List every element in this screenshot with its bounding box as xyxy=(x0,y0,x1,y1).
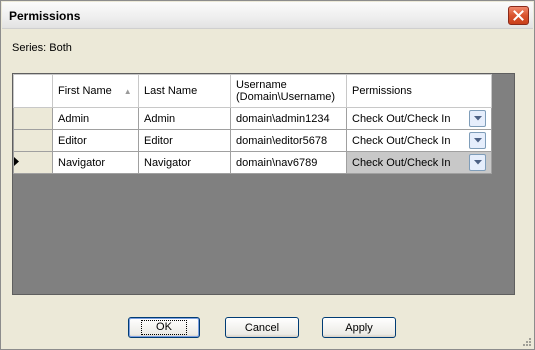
column-label: Permissions xyxy=(352,85,412,97)
apply-button[interactable]: Apply xyxy=(322,317,396,338)
cell-first-name[interactable]: Editor xyxy=(52,129,139,152)
table-row[interactable]: Admin Admin domain\admin1234 Check Out/C… xyxy=(13,107,492,130)
cell-username[interactable]: domain\editor5678 xyxy=(230,129,347,152)
permission-value: Check Out/Check In xyxy=(352,134,451,147)
cell-permissions[interactable]: Check Out/Check In xyxy=(346,107,492,130)
chevron-down-icon xyxy=(473,160,482,165)
column-header-permissions[interactable]: Permissions xyxy=(346,74,492,108)
cell-first-name[interactable]: Navigator xyxy=(52,151,139,174)
row-pointer-icon xyxy=(14,156,19,166)
permission-value: Check Out/Check In xyxy=(352,156,451,169)
close-icon xyxy=(513,10,524,21)
table-row[interactable]: Editor Editor domain\editor5678 Check Ou… xyxy=(13,129,492,152)
cell-username[interactable]: domain\admin1234 xyxy=(230,107,347,130)
cell-first-name[interactable]: Admin xyxy=(52,107,139,130)
cell-last-name[interactable]: Admin xyxy=(138,107,231,130)
row-selector[interactable] xyxy=(13,107,53,130)
column-label: Last Name xyxy=(144,85,198,97)
permission-value: Check Out/Check In xyxy=(352,112,451,125)
cell-last-name[interactable]: Navigator xyxy=(138,151,231,174)
grid-header-row: First Name ▲ Last Name Username (Domain\U… xyxy=(13,74,492,108)
sort-ascending-icon: ▲ xyxy=(123,86,132,96)
cancel-button[interactable]: Cancel xyxy=(225,317,299,338)
apply-button-label: Apply xyxy=(345,321,373,334)
cell-permissions[interactable]: Check Out/Check In xyxy=(346,151,492,174)
column-header-first-name[interactable]: First Name ▲ xyxy=(52,74,139,108)
dialog-title: Permissions xyxy=(9,9,81,23)
title-bar[interactable]: Permissions xyxy=(2,2,533,29)
resize-grip-icon[interactable] xyxy=(521,336,531,346)
table-row[interactable]: Navigator Navigator domain\nav6789 Check… xyxy=(13,151,492,174)
chevron-down-icon xyxy=(473,116,482,121)
ok-button-label: OK xyxy=(141,320,187,335)
permissions-grid: First Name ▲ Last Name Username (Domain\U… xyxy=(12,73,515,295)
column-header-last-name[interactable]: Last Name xyxy=(138,74,231,108)
cancel-button-label: Cancel xyxy=(244,321,280,334)
permission-dropdown-button[interactable] xyxy=(469,132,486,149)
cell-last-name[interactable]: Editor xyxy=(138,129,231,152)
ok-button[interactable]: OK xyxy=(128,317,200,338)
column-label: Username (Domain\Username) xyxy=(236,79,336,103)
series-label: Series: Both xyxy=(12,42,72,54)
column-header-username[interactable]: Username (Domain\Username) xyxy=(230,74,347,108)
permission-dropdown-button[interactable] xyxy=(469,110,486,127)
chevron-down-icon xyxy=(473,138,482,143)
permissions-dialog: Permissions Series: Both First Name ▲ Las… xyxy=(0,0,535,350)
close-button[interactable] xyxy=(508,6,529,25)
cell-permissions[interactable]: Check Out/Check In xyxy=(346,129,492,152)
permission-dropdown-button[interactable] xyxy=(469,154,486,171)
row-header-corner xyxy=(13,74,53,108)
row-selector[interactable] xyxy=(13,151,53,174)
column-label: First Name xyxy=(58,84,112,97)
cell-username[interactable]: domain\nav6789 xyxy=(230,151,347,174)
row-selector[interactable] xyxy=(13,129,53,152)
